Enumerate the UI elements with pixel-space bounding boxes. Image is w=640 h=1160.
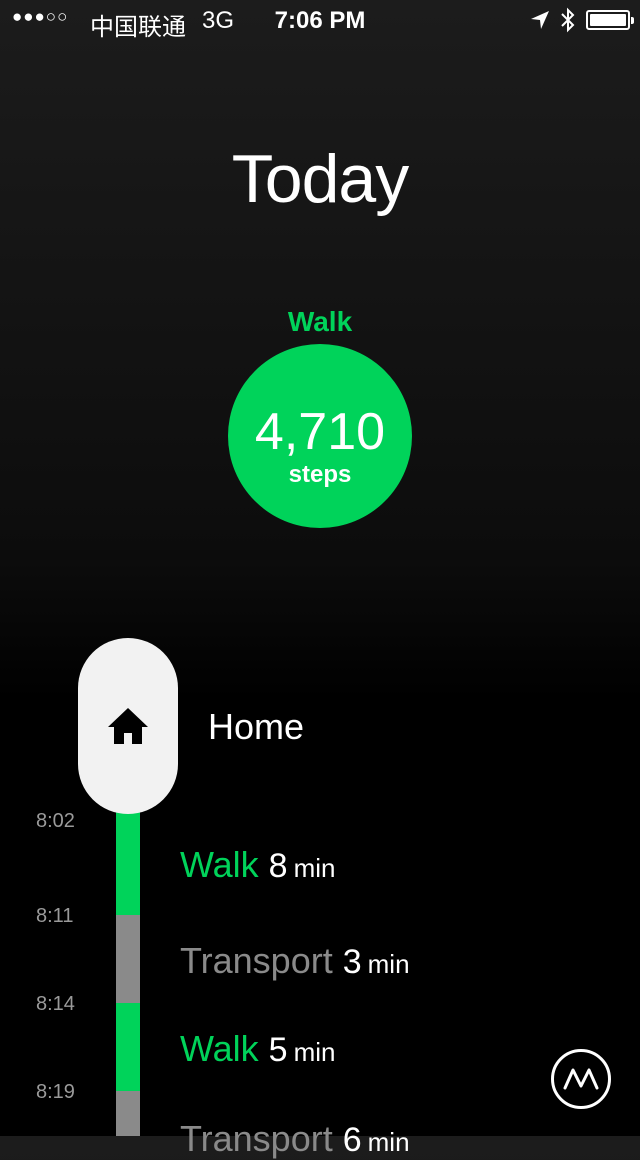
entry-duration: 8: [268, 847, 288, 885]
step-count: 4,710: [254, 403, 386, 461]
time-label: 8:14: [36, 993, 75, 1015]
timeline-segment-walk: [116, 1003, 140, 1091]
timeline-segment-transport: [116, 915, 140, 1003]
moves-menu-button[interactable]: [551, 1049, 611, 1109]
page-title: Today: [231, 141, 409, 217]
status-bar: ●●●○○ 中国联通 3G 7:06 PM: [0, 0, 640, 41]
timeline-segment-walk: [116, 800, 140, 915]
time-label: 8:02: [36, 810, 75, 832]
time-label: 8:19: [36, 1081, 75, 1103]
moves-logo-icon: [563, 1068, 599, 1090]
summary-activity-label: Walk: [287, 306, 353, 337]
entry-duration: 5: [268, 1031, 288, 1069]
activity-entry-walk[interactable]: Walk 5 min: [180, 1028, 336, 1070]
place-name[interactable]: Home: [208, 706, 304, 748]
activity-entry-transport[interactable]: Transport 6 min: [180, 1118, 410, 1160]
place-marker-home[interactable]: [78, 638, 178, 814]
home-icon: [108, 708, 148, 744]
steps-summary-circle[interactable]: 4,710 steps: [228, 344, 412, 528]
entry-unit: min: [293, 853, 336, 883]
battery-icon: [586, 10, 634, 30]
status-icons: [530, 6, 634, 34]
activity-entry-transport[interactable]: Transport 3 min: [180, 940, 410, 982]
entry-unit: min: [367, 1127, 410, 1157]
entry-duration: 3: [342, 943, 362, 981]
entry-duration: 6: [342, 1121, 362, 1159]
step-unit: steps: [288, 461, 352, 488]
battery-level: [590, 14, 626, 26]
entry-type: Walk: [180, 844, 259, 885]
entry-type: Walk: [180, 1028, 259, 1069]
entry-unit: min: [293, 1037, 336, 1067]
location-arrow-icon: [531, 11, 549, 29]
entry-unit: min: [367, 949, 410, 979]
activity-entry-walk[interactable]: Walk 8 min: [180, 844, 336, 886]
timeline-segment-transport: [116, 1091, 140, 1136]
time-label: 8:11: [36, 905, 74, 927]
entry-type: Transport: [180, 940, 333, 981]
bluetooth-icon: [561, 7, 575, 33]
entry-type: Transport: [180, 1118, 333, 1159]
